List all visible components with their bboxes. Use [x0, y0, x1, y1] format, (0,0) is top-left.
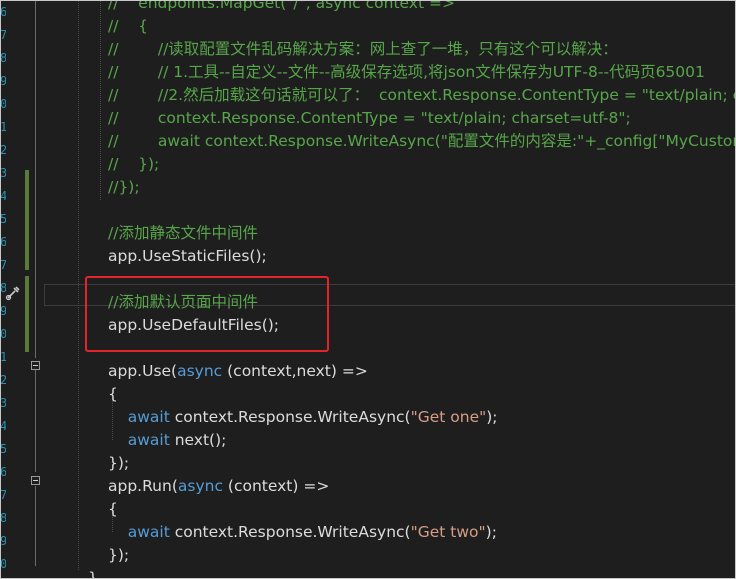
code-token: UseStaticFiles(); [142, 247, 267, 265]
code-token: // await context.Response.WriteAsync("配置… [108, 132, 736, 150]
code-token: await [127, 431, 170, 449]
code-token: { [108, 500, 118, 518]
code-token: async [177, 362, 223, 380]
code-line: }); [108, 544, 129, 567]
editor-gutter: 67890123456789012345678901 [0, 0, 50, 579]
line-number: 7 [0, 28, 6, 42]
code-line: await context.Response.WriteAsync("Get t… [108, 521, 497, 544]
code-line: await context.Response.WriteAsync("Get o… [108, 406, 498, 429]
line-number: 9 [0, 534, 6, 548]
code-line: // endpoints.MapGet("/", async context =… [108, 0, 455, 15]
code-token: // //2.然后加载这句话就可以了： context.Response.Con… [108, 86, 736, 104]
line-number: 4 [0, 189, 6, 203]
code-token: ); [486, 408, 498, 426]
code-line: // // 1.工具--自定义--文件--高级保存选项,将json文件保存为UT… [108, 61, 705, 84]
annotation-highlight-box [85, 276, 329, 352]
line-number: 8 [0, 511, 6, 525]
line-number: 6 [0, 465, 6, 479]
line-number: 2 [0, 143, 6, 157]
code-line: // }); [108, 153, 159, 176]
code-line: await next(); [108, 429, 227, 452]
line-number: 7 [0, 258, 6, 272]
code-token: await [127, 523, 170, 541]
code-line: app.Run(async (context) => [108, 475, 329, 498]
code-line: }); [108, 452, 129, 475]
fold-line [35, 0, 36, 358]
line-number: 9 [0, 74, 6, 88]
indent-guide [100, 0, 101, 200]
code-token: ); [485, 523, 497, 541]
line-number: 6 [0, 235, 6, 249]
code-token: app.Run( [108, 477, 178, 495]
code-token: //添加静态文件中间件 [108, 224, 258, 242]
code-line: app.UseStaticFiles(); [108, 245, 267, 268]
change-bar [25, 170, 29, 270]
line-number: 5 [0, 212, 6, 226]
fold-line [35, 486, 36, 566]
code-line: // await context.Response.WriteAsync("配置… [108, 130, 736, 153]
line-number: 4 [0, 419, 6, 433]
code-token: app. [108, 247, 143, 265]
code-token: // { [108, 17, 149, 35]
code-token: (context,next) => [222, 362, 368, 380]
code-token: }); [108, 546, 130, 564]
line-number: 6 [0, 5, 6, 19]
code-line: app.Use(async (context,next) => [108, 360, 368, 383]
code-token: }); [108, 454, 130, 472]
code-token: // //读取配置文件乱码解决方案：网上查了一堆，只有这个可以解决： [108, 40, 618, 58]
pencil-link-icon[interactable] [5, 285, 21, 301]
line-number: 5 [0, 442, 6, 456]
code-editor[interactable]: 67890123456789012345678901 // endpoints.… [0, 0, 736, 579]
code-token: async [177, 477, 223, 495]
code-token: "Get one" [410, 408, 487, 426]
code-line: // //2.然后加载这句话就可以了： context.Response.Con… [108, 84, 736, 107]
code-line: // { [108, 15, 148, 38]
code-token: // }); [108, 155, 160, 173]
line-number: 1 [0, 120, 6, 134]
code-line: { [108, 383, 118, 406]
code-token: context.Response.WriteAsync( [169, 408, 411, 426]
code-token: // // 1.工具--自定义--文件--高级保存选项,将json文件保存为UT… [108, 63, 705, 81]
code-token: (context) => [222, 477, 330, 495]
line-number: 7 [0, 488, 6, 502]
line-number: 1 [0, 350, 6, 364]
code-token: await [127, 408, 170, 426]
code-token: app.Use( [108, 362, 178, 380]
code-line: //添加静态文件中间件 [108, 222, 258, 245]
line-number: 3 [0, 396, 6, 410]
fold-line [35, 370, 36, 472]
code-line: } [88, 567, 98, 579]
collapse-icon[interactable] [31, 476, 40, 485]
code-line: // context.Response.ContentType = "text/… [108, 107, 631, 130]
line-number: 0 [0, 97, 6, 111]
line-number: 3 [0, 166, 6, 180]
code-line: { [108, 498, 118, 521]
code-token: //}); [108, 178, 140, 196]
line-number: 9 [0, 304, 6, 318]
code-token: // context.Response.ContentType = "text/… [108, 109, 631, 127]
code-line: // //读取配置文件乱码解决方案：网上查了一堆，只有这个可以解决： [108, 38, 618, 61]
code-token: // endpoints.MapGet("/", async context =… [108, 0, 455, 12]
code-token: { [108, 385, 118, 403]
code-token: context.Response.WriteAsync( [169, 523, 411, 541]
code-token: "Get two" [410, 523, 486, 541]
code-line: //}); [108, 176, 140, 199]
line-number: 2 [0, 373, 6, 387]
line-number: 0 [0, 327, 6, 341]
collapse-icon[interactable] [31, 361, 40, 370]
change-bar [25, 276, 29, 352]
line-number: 8 [0, 51, 6, 65]
code-token: next(); [169, 431, 227, 449]
code-token: } [88, 569, 98, 579]
line-number: 0 [0, 557, 6, 571]
